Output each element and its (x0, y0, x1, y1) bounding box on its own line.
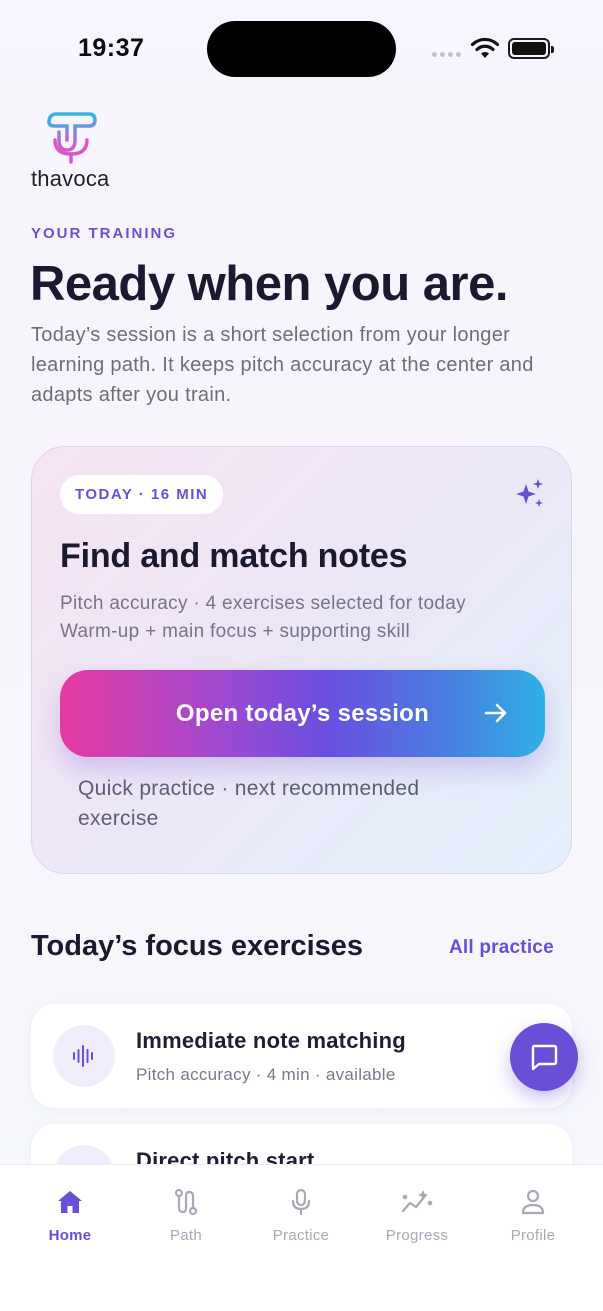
brand-mark-icon (47, 112, 97, 164)
exercise-card[interactable]: Immediate note matching Pitch accuracy ·… (31, 1004, 572, 1108)
profile-icon (520, 1187, 546, 1217)
open-session-button[interactable]: Open today’s session (60, 670, 545, 757)
brand-name: thavoca (31, 166, 110, 191)
exercise-title: Immediate note matching (136, 1028, 406, 1053)
microphone-icon (289, 1187, 313, 1217)
quick-practice-link[interactable]: Quick practice · next recommended exerci… (78, 774, 498, 834)
brand-logo: thavoca (31, 110, 131, 192)
tab-practice[interactable]: Practice (251, 1165, 351, 1255)
chat-bubble-icon (531, 1044, 558, 1071)
progress-icon (401, 1187, 433, 1217)
session-duration-badge: TODAY · 16 MIN (60, 475, 224, 514)
status-time: 19:37 (78, 34, 145, 62)
session-detail-line-1: Pitch accuracy · 4 exercises selected fo… (60, 593, 466, 614)
tab-profile[interactable]: Profile (483, 1165, 583, 1255)
sparkle-icon (515, 479, 545, 514)
tab-label: Path (169, 1227, 203, 1244)
all-practice-link[interactable]: All practice (449, 937, 554, 959)
tab-progress[interactable]: Progress (367, 1165, 467, 1255)
intro-text: Today’s session is a short selection fro… (31, 324, 534, 406)
open-session-label: Open today’s session (175, 699, 430, 727)
tab-label: Profile (510, 1227, 556, 1244)
battery-icon (508, 38, 554, 59)
cellular-signal-icon (432, 52, 461, 57)
arrow-right-icon (483, 700, 509, 733)
waveform-icon (53, 1025, 115, 1087)
chat-button[interactable] (510, 1023, 578, 1091)
home-icon (56, 1187, 84, 1217)
today-session-card: TODAY · 16 MIN Find and match notes Pitc… (31, 446, 572, 874)
session-title: Find and match notes (60, 537, 408, 575)
session-detail-line-2: Warm-up + main focus + supporting skill (60, 621, 410, 642)
path-icon (173, 1187, 199, 1217)
session-details: Pitch accuracy · 4 exercises selected fo… (60, 590, 466, 646)
tab-label: Home (48, 1227, 92, 1244)
page-title: Ready when you are. (30, 257, 508, 311)
section-eyebrow: YOUR TRAINING (31, 225, 177, 242)
tab-home[interactable]: Home (20, 1165, 120, 1255)
tab-label: Progress (385, 1227, 449, 1244)
bottom-tab-bar: Home Path Practice Progress Profile (0, 1164, 603, 1311)
tab-label: Practice (272, 1227, 330, 1244)
status-bar: 19:37 (0, 0, 603, 100)
focus-section-title: Today’s focus exercises (31, 930, 364, 962)
tab-path[interactable]: Path (136, 1165, 236, 1255)
dynamic-island (207, 21, 396, 77)
wifi-icon (470, 37, 500, 64)
exercise-meta: Pitch accuracy · 4 min · available (136, 1065, 396, 1084)
